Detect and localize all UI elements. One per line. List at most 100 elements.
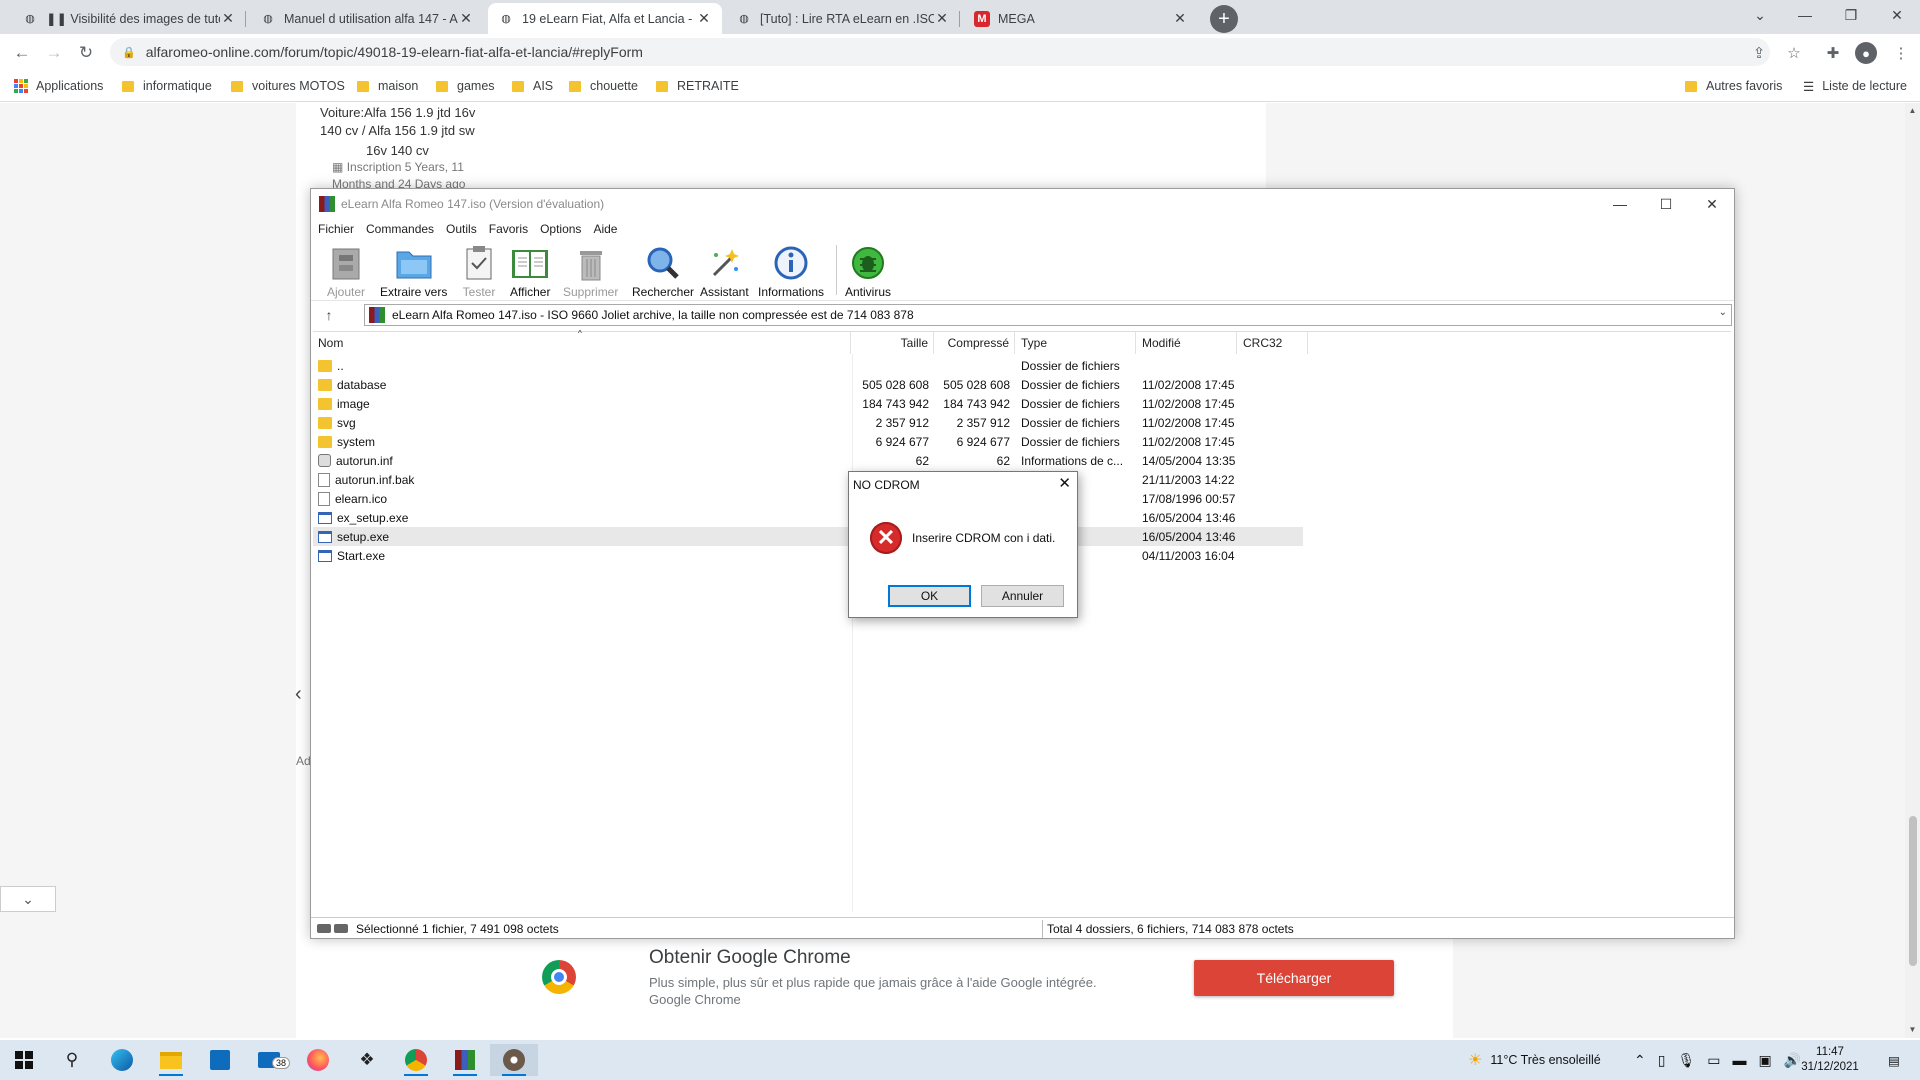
up-folder-icon[interactable]: ↑: [319, 305, 339, 325]
file-row[interactable]: system 6 924 677 6 924 677 Dossier de fichi…: [313, 432, 1303, 451]
back-icon[interactable]: ←: [10, 42, 34, 64]
antivirus-button[interactable]: Antivirus: [845, 243, 891, 299]
bookmark-star-icon[interactable]: ☆: [1783, 42, 1805, 64]
search-button[interactable]: Rechercher: [632, 243, 694, 299]
file-row[interactable]: svg 2 357 912 2 357 912 Dossier de fichiers…: [313, 413, 1303, 432]
address-bar[interactable]: 🔒 alfaromeo-online.com/forum/topic/49018…: [110, 38, 1770, 66]
add-button[interactable]: Ajouter: [326, 243, 366, 299]
menu-fichier[interactable]: Fichier: [318, 222, 354, 236]
scroll-up-icon[interactable]: ▲: [1907, 106, 1918, 115]
close-tab-icon[interactable]: ✕: [220, 10, 236, 27]
close-window-icon[interactable]: ✕: [1874, 0, 1920, 30]
phone-link-icon[interactable]: ▯: [1658, 1052, 1666, 1069]
column-header-name[interactable]: Nom ^: [313, 329, 851, 354]
browser-tab[interactable]: ◍ Manuel d utilisation alfa 147 - Al ✕: [250, 3, 484, 34]
new-tab-button[interactable]: +: [1210, 5, 1238, 33]
notification-icon[interactable]: ▤: [1888, 1040, 1900, 1080]
taskbar-clock[interactable]: 11:47 31/12/2021: [1790, 1045, 1870, 1075]
scroll-down-icon[interactable]: ▼: [1907, 1025, 1918, 1034]
battery-icon[interactable]: ▬: [1732, 1052, 1746, 1068]
maximize-icon[interactable]: ☐: [1643, 189, 1689, 219]
bookmark-folder[interactable]: informatique: [122, 76, 212, 96]
carousel-prev-icon[interactable]: ‹: [295, 683, 302, 706]
edge-icon[interactable]: [98, 1044, 146, 1076]
file-row[interactable]: autorun.inf 62 62 Informations de c... 14/05…: [313, 451, 1303, 470]
restore-icon[interactable]: ❐: [1828, 0, 1874, 30]
bookmark-folder[interactable]: maison: [357, 76, 418, 96]
delete-button[interactable]: Supprimer: [563, 243, 618, 299]
file-row[interactable]: ex_setup.exe 16/05/2004 13:46: [313, 508, 1303, 527]
scrollbar-thumb[interactable]: [1909, 816, 1917, 966]
close-tab-icon[interactable]: ✕: [458, 10, 474, 27]
dropbox-icon[interactable]: ❖: [343, 1044, 391, 1076]
menu-favoris[interactable]: Favoris: [489, 222, 528, 236]
column-header-packed[interactable]: Compressé: [935, 332, 1015, 354]
tab-search-icon[interactable]: ⌄: [1737, 0, 1783, 30]
browser-tab[interactable]: ◍ [Tuto] : Lire RTA eLearn en .ISO W ✕: [726, 3, 960, 34]
file-row[interactable]: autorun.inf.bak 21/11/2003 14:22: [313, 470, 1303, 489]
minimize-icon[interactable]: —: [1782, 0, 1828, 30]
view-button[interactable]: Afficher: [510, 243, 550, 299]
bookmark-folder[interactable]: games: [436, 76, 495, 96]
lock-icon[interactable]: 🔒: [122, 46, 136, 59]
bookmark-folder[interactable]: AIS: [512, 76, 553, 96]
bookmark-other-favorites[interactable]: Autres favoris: [1685, 76, 1782, 96]
bookmark-folder[interactable]: RETRAITE: [656, 76, 739, 96]
page-scrollbar[interactable]: ▲ ▼: [1905, 103, 1920, 1038]
menu-outils[interactable]: Outils: [446, 222, 477, 236]
network-icon[interactable]: ▣: [1758, 1052, 1771, 1069]
disc-icon[interactable]: [490, 1044, 538, 1076]
extensions-icon[interactable]: ✚: [1822, 42, 1844, 64]
menu-kebab-icon[interactable]: ⋮: [1890, 42, 1912, 64]
display-icon[interactable]: ▭: [1707, 1052, 1720, 1069]
store-icon[interactable]: [196, 1044, 244, 1076]
column-header-size[interactable]: Taille: [852, 332, 934, 354]
test-button[interactable]: Tester: [459, 243, 499, 299]
bookmark-applications[interactable]: Applications: [14, 76, 103, 96]
profile-avatar-icon[interactable]: ●: [1855, 42, 1877, 64]
bookmark-folder[interactable]: voitures MOTOS: [231, 76, 345, 96]
winrar-titlebar[interactable]: eLearn Alfa Romeo 147.iso (Version d'éva…: [311, 189, 1734, 219]
weather-widget[interactable]: ☀ 11°C Très ensoleillé: [1468, 1040, 1601, 1080]
info-button[interactable]: Informations: [758, 243, 824, 299]
browser-tab[interactable]: ◍ ❚❚ Visibilité des images de tutos ✕: [12, 3, 246, 34]
forward-icon[interactable]: →: [42, 42, 66, 64]
chrome-icon[interactable]: [392, 1044, 440, 1076]
file-row[interactable]: Start.exe 04/11/2003 16:04: [313, 546, 1303, 565]
close-tab-icon[interactable]: ✕: [1172, 10, 1188, 27]
wizard-button[interactable]: Assistant: [700, 243, 749, 299]
menu-commandes[interactable]: Commandes: [366, 222, 434, 236]
close-icon[interactable]: ✕: [1058, 474, 1071, 492]
column-header-type[interactable]: Type: [1016, 332, 1136, 354]
microphone-icon[interactable]: 🎙: [1677, 1052, 1695, 1069]
browser-tab-active[interactable]: ◍ 19 eLearn Fiat, Alfa et Lancia - M ✕: [488, 3, 722, 34]
file-row[interactable]: .. Dossier de fichiers: [313, 356, 1303, 375]
close-tab-icon[interactable]: ✕: [696, 10, 712, 27]
column-header-modified[interactable]: Modifié: [1137, 332, 1237, 354]
close-window-icon[interactable]: ✕: [1689, 189, 1735, 219]
archive-path-field[interactable]: eLearn Alfa Romeo 147.iso - ISO 9660 Jol…: [364, 304, 1732, 326]
collapse-chevron-icon[interactable]: ⌄: [0, 886, 56, 912]
firefox-icon[interactable]: [294, 1044, 342, 1076]
download-chrome-button[interactable]: Télécharger: [1194, 960, 1394, 996]
file-explorer-icon[interactable]: [147, 1044, 195, 1076]
close-tab-icon[interactable]: ✕: [934, 10, 950, 27]
search-icon[interactable]: ⚲: [48, 1044, 96, 1076]
share-icon[interactable]: ⇪: [1748, 42, 1770, 64]
file-row[interactable]: setup.exe 16/05/2004 13:46: [313, 527, 1303, 546]
cancel-button[interactable]: Annuler: [981, 585, 1064, 607]
menu-aide[interactable]: Aide: [593, 222, 617, 236]
winrar-icon[interactable]: [441, 1044, 489, 1076]
ok-button[interactable]: OK: [888, 585, 971, 607]
file-row[interactable]: elearn.ico 17/08/1996 00:57: [313, 489, 1303, 508]
windows-start-icon[interactable]: [0, 1044, 48, 1076]
chevron-down-icon[interactable]: ⌄: [1719, 307, 1727, 318]
chevron-up-icon[interactable]: ⌃: [1634, 1052, 1646, 1069]
minimize-icon[interactable]: —: [1597, 189, 1643, 219]
extract-to-button[interactable]: Extraire vers: [380, 243, 447, 299]
browser-tab[interactable]: M MEGA ✕: [964, 3, 1198, 34]
file-row[interactable]: image 184 743 942 184 743 942 Dossier de fi…: [313, 394, 1303, 413]
menu-options[interactable]: Options: [540, 222, 581, 236]
file-row[interactable]: database 505 028 608 505 028 608 Dossier de…: [313, 375, 1303, 394]
column-header-crc32[interactable]: CRC32: [1238, 332, 1308, 354]
